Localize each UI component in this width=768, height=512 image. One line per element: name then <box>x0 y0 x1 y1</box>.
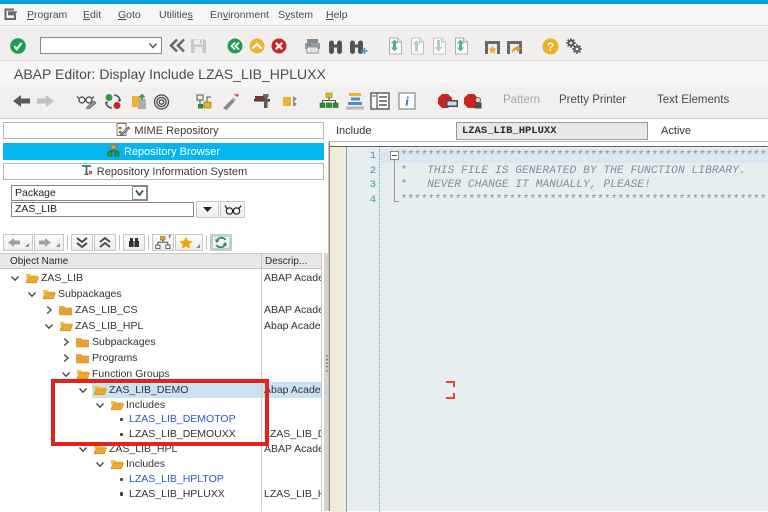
svg-text:i: i <box>405 94 409 109</box>
svg-text:?: ? <box>547 40 554 54</box>
